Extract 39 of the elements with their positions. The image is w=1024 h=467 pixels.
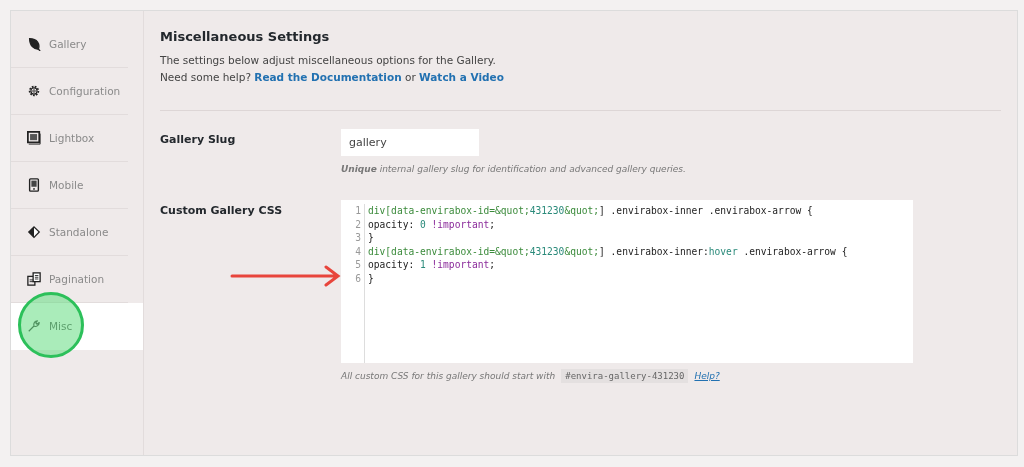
field-label: Gallery Slug	[160, 132, 236, 146]
line-number: 1	[355, 204, 361, 218]
pages-icon	[27, 272, 41, 286]
video-link[interactable]: Watch a Video	[419, 71, 504, 83]
sidebar-item[interactable]: Misc	[11, 303, 143, 350]
selector-code: #envira-gallery-431230	[561, 369, 689, 383]
help-link[interactable]: Help?	[694, 371, 720, 381]
description-text: The settings below adjust miscellaneous options for the Gallery.	[160, 53, 497, 68]
mobile-icon	[27, 178, 41, 192]
field-label: Custom Gallery CSS	[160, 203, 283, 217]
sidebar-item[interactable]: Mobile	[11, 162, 128, 209]
sidebar-item[interactable]: Gallery	[11, 21, 128, 68]
code-line: div[data-envirabox-id=&quot;431230&quot;] .envirabox-inner:hover .envirabox-arrow {	[368, 244, 848, 259]
slug-input[interactable]: gallery	[341, 129, 479, 156]
line-number: 6	[355, 271, 361, 286]
code-line: }	[368, 231, 375, 245]
sidebar-item[interactable]: Standalone	[11, 209, 128, 256]
code-line: opacity: 0 !important;	[368, 217, 497, 232]
sidebar-item[interactable]: Lightbox	[11, 115, 128, 162]
hint-text: Unique internal gallery slug for identification and advanced gallery queries.	[341, 164, 687, 174]
code-line: div[data-envirabox-id=&quot;431230&quot;] .envirabox-inner .envirabox-arrow {	[368, 204, 814, 218]
leaf-icon	[27, 37, 41, 51]
line-number: 5	[355, 258, 361, 272]
code-line: }	[368, 271, 375, 286]
line-number: 2	[355, 217, 361, 232]
hint-text: All custom CSS for this gallery should start with	[341, 371, 556, 381]
arrow-icon	[230, 265, 342, 287]
section-title: Miscellaneous Settings	[160, 29, 331, 44]
code-line: opacity: 1 !important;	[368, 258, 497, 272]
gear-icon	[27, 84, 41, 98]
diamond-icon	[27, 225, 41, 239]
documentation-link[interactable]: Read the Documentation	[254, 71, 402, 83]
code-editor[interactable]	[341, 200, 913, 363]
help-text: Need some help? Read the Documentation or Watch a Video	[160, 70, 505, 85]
lightbox-icon	[27, 131, 41, 145]
line-number: 3	[355, 231, 361, 245]
sidebar-item[interactable]: Configuration	[11, 68, 128, 115]
wrench-icon	[27, 319, 41, 333]
line-number: 4	[355, 244, 361, 259]
